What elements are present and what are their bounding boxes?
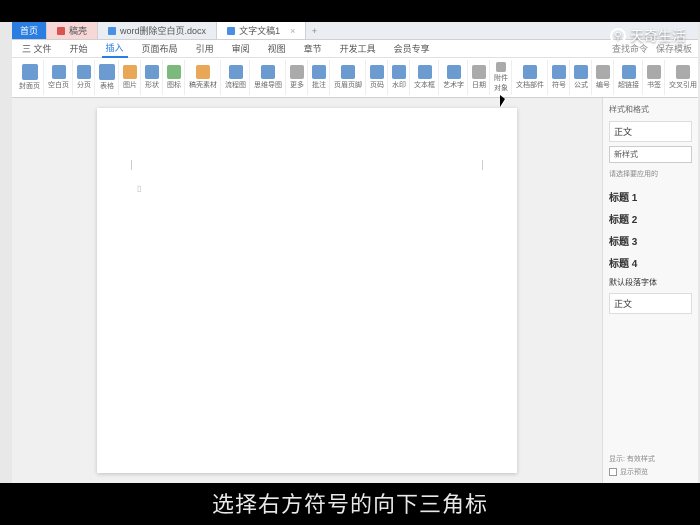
margin-mark-tr (473, 160, 483, 170)
panel-footer: 显示: 有效样式 显示预览 (609, 454, 692, 477)
menu-review[interactable]: 审阅 (228, 40, 254, 57)
ribbon-numbering[interactable]: 编号 (593, 60, 614, 95)
menu-premium[interactable]: 会员专享 (390, 40, 434, 57)
ribbon-picture[interactable]: 图片 (120, 60, 141, 95)
document-tabbar: 首页 稿壳 word删除空白页.docx 文字文稿1× + (12, 22, 698, 40)
ribbon-date[interactable]: 日期 (469, 60, 490, 95)
mouse-cursor-icon (500, 95, 512, 111)
ribbon-table[interactable]: 表格 (96, 60, 119, 95)
ribbon-shapes[interactable]: 形状 (142, 60, 163, 95)
ribbon-symbol[interactable]: 符号 (549, 60, 570, 95)
ribbon-page-number[interactable]: 页码 (367, 60, 388, 95)
menu-file[interactable]: 三 文件 (18, 40, 56, 57)
current-style-box[interactable]: 正文 (609, 121, 692, 142)
menu-bar: 三 文件 开始 插入 页面布局 引用 审阅 视图 章节 开发工具 会员专享 查找… (12, 40, 698, 58)
style-body[interactable]: 正文 (609, 293, 692, 314)
style-heading-2[interactable]: 标题 2 (609, 209, 692, 228)
tab-home[interactable]: 首页 (12, 22, 47, 39)
content-area: ▯ 样式和格式 正文 新样式 请选择要应用的 标题 1 标题 2 标题 3 标题… (12, 98, 698, 483)
style-heading-3[interactable]: 标题 3 (609, 231, 692, 250)
ribbon-bookmark[interactable]: 书签 (644, 60, 665, 95)
document-canvas[interactable]: ▯ (12, 98, 602, 483)
show-dropdown[interactable]: 显示: 有效样式 (609, 454, 692, 464)
margin-mark-tl (131, 160, 141, 170)
style-list: 标题 1 标题 2 标题 3 标题 4 默认段落字体 正文 (609, 187, 692, 314)
menu-page-layout[interactable]: 页面布局 (138, 40, 182, 57)
menu-start[interactable]: 开始 (66, 40, 92, 57)
panel-note: 请选择要应用的 (609, 169, 692, 179)
ribbon-flowchart[interactable]: 流程图 (222, 60, 250, 95)
ribbon-watermark[interactable]: 水印 (389, 60, 410, 95)
menu-dev-tools[interactable]: 开发工具 (336, 40, 380, 57)
preview-checkbox-row[interactable]: 显示预览 (609, 467, 692, 477)
ribbon-blank-page[interactable]: 空白页 (45, 60, 73, 95)
word-icon (227, 27, 235, 35)
ribbon-mindmap[interactable]: 思维导图 (251, 60, 286, 95)
ribbon-textbox[interactable]: 文本框 (411, 60, 439, 95)
tab-gallery[interactable]: 稿壳 (47, 22, 98, 39)
style-heading-4[interactable]: 标题 4 (609, 253, 692, 272)
watermark: ⚲ 天奇生活 (610, 26, 686, 46)
ribbon-attachment[interactable]: 附件对象 (491, 60, 512, 95)
style-default-font[interactable]: 默认段落字体 (609, 275, 692, 290)
tab-file-2-active[interactable]: 文字文稿1× (217, 22, 306, 39)
text-cursor: ▯ (137, 184, 141, 193)
ribbon-cross-ref[interactable]: 交叉引用 (666, 60, 698, 95)
style-heading-1[interactable]: 标题 1 (609, 187, 692, 206)
checkbox-icon[interactable] (609, 468, 617, 476)
menu-view[interactable]: 视图 (264, 40, 290, 57)
ribbon-hyperlink[interactable]: 超链接 (615, 60, 643, 95)
word-icon (108, 27, 116, 35)
ribbon-page-break[interactable]: 分页 (74, 60, 95, 95)
magnifier-icon: ⚲ (610, 28, 626, 44)
tab-file-1[interactable]: word删除空白页.docx (98, 22, 217, 39)
ribbon-comment[interactable]: 批注 (309, 60, 330, 95)
ribbon-doc-parts[interactable]: 文档部件 (513, 60, 548, 95)
ribbon-insert: 封面页 空白页 分页 表格 图片 形状 图标 稿壳素材 流程图 思维导图 更多 … (12, 58, 698, 98)
menu-insert[interactable]: 插入 (102, 39, 128, 58)
ribbon-icons[interactable]: 图标 (164, 60, 185, 95)
new-style-button[interactable]: 新样式 (609, 146, 692, 163)
ribbon-equation[interactable]: 公式 (571, 60, 592, 95)
wps-writer-window: 首页 稿壳 word删除空白页.docx 文字文稿1× + 三 文件 开始 插入… (12, 22, 698, 483)
ribbon-assets[interactable]: 稿壳素材 (186, 60, 221, 95)
subtitle-caption: 选择右方符号的向下三角标 (0, 487, 700, 519)
ribbon-more[interactable]: 更多 (287, 60, 308, 95)
menu-sections[interactable]: 章节 (300, 40, 326, 57)
tab-add-button[interactable]: + (306, 22, 322, 39)
menu-references[interactable]: 引用 (192, 40, 218, 57)
styles-panel: 样式和格式 正文 新样式 请选择要应用的 标题 1 标题 2 标题 3 标题 4… (602, 98, 698, 483)
doc-icon (57, 27, 65, 35)
ribbon-header-footer[interactable]: 页眉页脚 (331, 60, 366, 95)
panel-title: 样式和格式 (609, 104, 692, 117)
page-1[interactable]: ▯ (97, 108, 517, 473)
ribbon-cover-page[interactable]: 封面页 (16, 60, 44, 95)
ribbon-wordart[interactable]: 艺术字 (440, 60, 468, 95)
